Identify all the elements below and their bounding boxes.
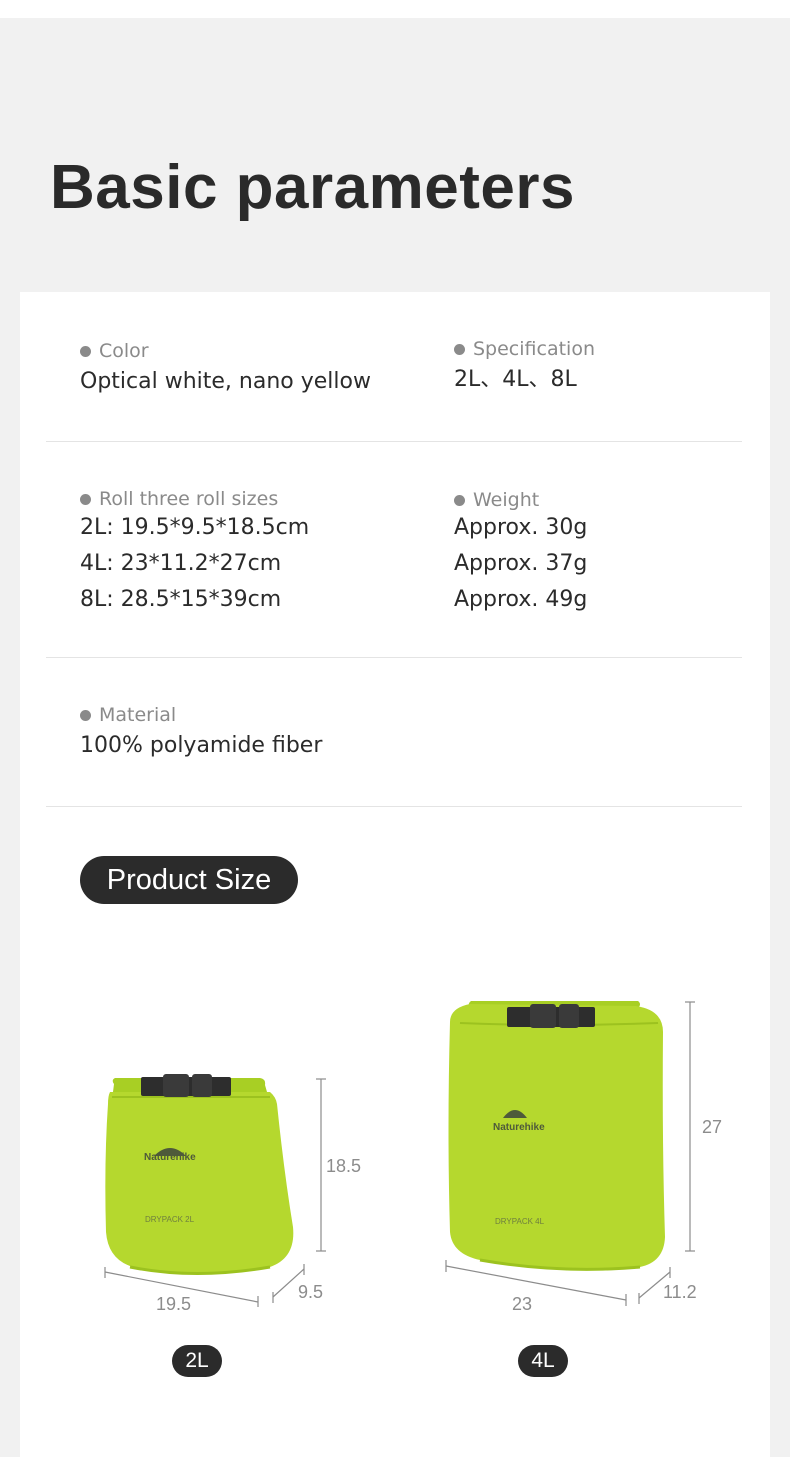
page-title: Basic parameters: [50, 153, 575, 222]
size-badge-2l: 2L: [172, 1345, 222, 1377]
bag-2l-width: 19.5: [156, 1294, 192, 1314]
bag-2l-print: DRYPACK 2L: [145, 1215, 195, 1224]
bag-4l-height: 27: [702, 1117, 723, 1137]
bag-2l-image: Naturehike DRYPACK 2L: [105, 1074, 294, 1275]
bag-4l-print: DRYPACK 4L: [495, 1217, 545, 1226]
bag-2l-depth: 9.5: [298, 1282, 324, 1302]
spec-card: Color Optical white, nano yellow Specifi…: [20, 292, 770, 1457]
bag-4l-width: 23: [512, 1294, 533, 1314]
bag-2l-brand: Naturehike: [144, 1152, 196, 1163]
bag-4l-image: Naturehike DRYPACK 4L: [448, 1001, 665, 1271]
bag-4l-depth: 11.2: [663, 1282, 697, 1302]
bag-2l-height: 18.5: [326, 1156, 362, 1176]
size-badge-4l: 4L: [518, 1345, 568, 1377]
product-size-illustration: Naturehike DRYPACK 2L Naturehike DRYPACK…: [104, 1001, 695, 1307]
bag-4l-brand: Naturehike: [493, 1122, 545, 1133]
top-strip: [0, 0, 790, 18]
